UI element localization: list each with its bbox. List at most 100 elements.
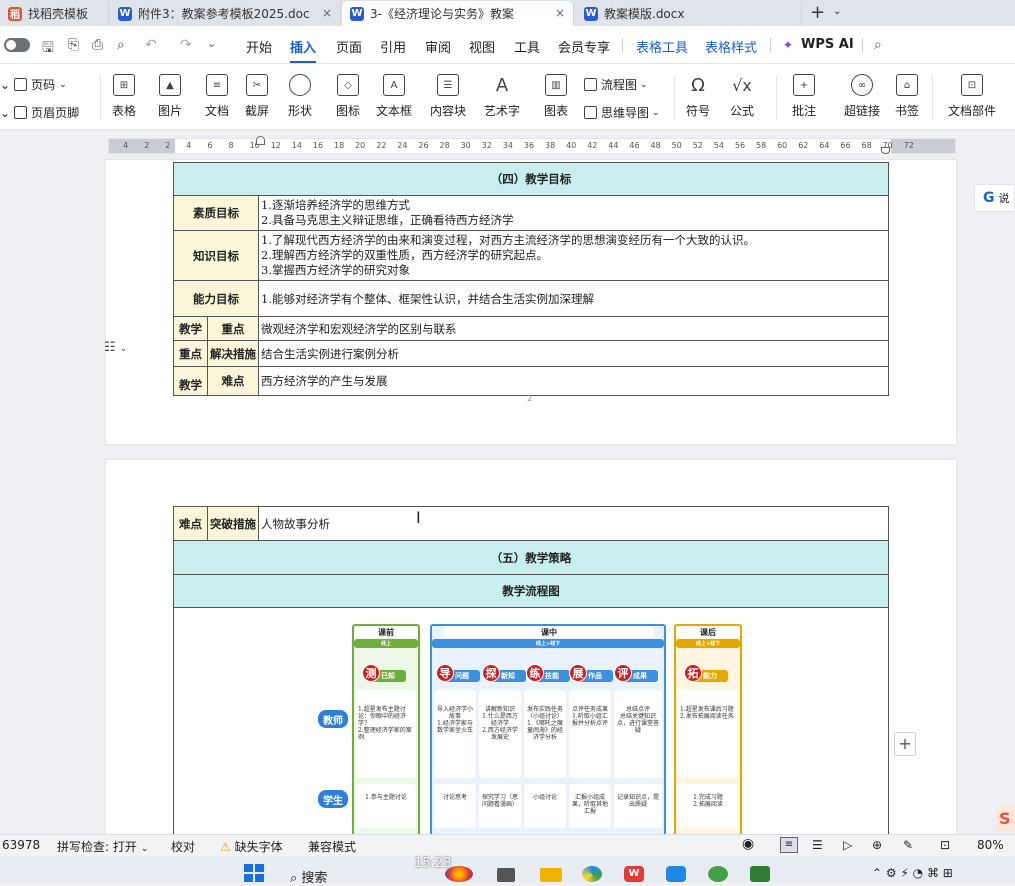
web-view-icon[interactable]: ⊕ [872, 838, 882, 852]
menu-member[interactable]: 会员专享 [558, 37, 610, 56]
pen-icon[interactable]: ✎ [903, 838, 913, 852]
step-marker: 探 [482, 664, 500, 682]
indent-marker[interactable] [256, 136, 265, 145]
document-button[interactable]: ≡ 文档 [205, 74, 229, 119]
horizontal-ruler[interactable]: 4 2 2 4 6 8 10 12 14 16 18 20 22 24 26 28 30 32 34 36 38 40 42… [108, 136, 956, 154]
section-title: （四）教学目标 [173, 162, 889, 196]
undo-icon[interactable]: ↶ [145, 37, 157, 53]
menu-tools[interactable]: 工具 [514, 37, 540, 56]
tab-economics-plan[interactable]: W 3-《经济理论与实务》教案 × [342, 1, 574, 26]
play-icon[interactable]: ▷ [843, 838, 852, 852]
screenshot-button[interactable]: ✂ 截屏 [245, 74, 269, 119]
chart-button[interactable]: ▥ 图表 [544, 74, 568, 119]
toggle-switch[interactable] [4, 38, 30, 52]
menu-wps-ai[interactable]: WPS AI [801, 37, 854, 52]
step-marker: 拓 [684, 664, 702, 682]
bookmark-button[interactable]: ⌂ 书签 [895, 74, 919, 119]
redo-icon[interactable]: ↷ [180, 37, 192, 53]
table-icon: ⊞ [113, 74, 135, 96]
menu-view[interactable]: 视图 [469, 37, 495, 56]
formula-button[interactable]: √x 公式 [730, 74, 754, 119]
fit-icon[interactable]: ⊡ [940, 838, 950, 852]
menu-table-style[interactable]: 表格样式 [705, 37, 757, 56]
folder-icon[interactable] [540, 868, 562, 882]
close-icon[interactable]: × [555, 6, 565, 20]
menu-page[interactable]: 页面 [336, 37, 362, 56]
student-cell-text: 探究学习（思问题看漫画） [481, 794, 518, 808]
flowchart-button[interactable]: 流程图 ⌄ [584, 76, 648, 93]
search-icon: ⌕ [290, 871, 298, 886]
right-indent-marker[interactable] [881, 147, 890, 154]
textbox-button[interactable]: A 文本框 [376, 74, 412, 119]
comment-button[interactable]: + 批注 [792, 74, 816, 119]
wechat-icon[interactable] [708, 866, 728, 882]
print-icon[interactable]: ⎙ [92, 37, 103, 53]
proofread-button[interactable]: 校对 [171, 838, 195, 855]
word-count[interactable]: 63978 [2, 838, 40, 852]
search-icon[interactable]: ⌕ [874, 37, 882, 53]
after-sub: 线上+线下 [676, 639, 740, 648]
spell-check-status[interactable]: 拼写检查: 打开 ⌄ [57, 838, 148, 855]
student-cell-text: 汇报小组成果，听取其他汇报 [571, 794, 608, 815]
app-icon-task[interactable] [497, 868, 515, 882]
edge-browser-icon[interactable] [582, 866, 602, 882]
mindmap-button[interactable]: 思维导图 ⌄ [584, 104, 660, 121]
missing-font-button[interactable]: ⚠ 缺失字体 [220, 838, 283, 855]
shape-button[interactable]: 形状 [288, 74, 312, 119]
menu-home[interactable]: 开始 [246, 37, 272, 56]
tab-plan-template[interactable]: W 教案模版.docx [576, 1, 802, 26]
wps-assistant-icon[interactable]: S [996, 806, 1015, 832]
student-cell-text: 小组讨论 [532, 794, 557, 801]
export-icon[interactable]: ⎘ [68, 37, 79, 53]
icon-button[interactable]: ◇ 图标 [336, 74, 360, 119]
strategy-table[interactable]: 难点 突破措施 人物故事分析 （五）教学策略 教学流程图 课前 线上 课中 线上+线下… [173, 506, 889, 848]
picture-button[interactable]: ▲ 图片 [158, 74, 182, 119]
ruler-tick-label: 6 [207, 141, 213, 150]
hyperlink-button[interactable]: ∞ 超链接 [844, 74, 880, 119]
omega-icon: Ω [691, 74, 705, 96]
add-row-button[interactable]: + [894, 732, 916, 756]
objectives-table[interactable]: （四）教学目标 素质目标 1.逐渐培养经济学的思维方式 2.具备马克思主义辩证思维… [173, 162, 889, 396]
wordart-button[interactable]: A 艺术字 [484, 74, 520, 119]
more-icon[interactable]: ⌄ [207, 37, 216, 50]
page-view-icon[interactable]: ≡ [780, 837, 798, 853]
zoom-level[interactable]: 80% [977, 838, 1004, 852]
teacher-cell-text: 发布实践任务（小组讨论） 1.《哪吒之魔童闹海》的经济学分析 [526, 706, 563, 741]
taskbar-search[interactable]: ⌕ 搜索 [290, 867, 327, 886]
table-button[interactable]: ⊞ 表格 [112, 74, 136, 119]
menu-table-tools[interactable]: 表格工具 [636, 37, 688, 56]
app-icon-blue[interactable] [666, 866, 686, 882]
chevron-down-icon[interactable]: ⌄ [833, 6, 841, 17]
doc-parts-button[interactable]: ⊡ 文档部件 [948, 74, 996, 119]
icon-library-icon: ◇ [337, 74, 359, 96]
new-tab-button[interactable]: + [810, 2, 825, 23]
page-number-button[interactable]: ⌄ 页码 ⌄ [0, 76, 67, 93]
menu-insert[interactable]: 插入 [290, 37, 317, 63]
content-block-button[interactable]: ☰ 内容块 [430, 74, 466, 119]
tray-icons[interactable]: ⌃ ⚙ ⚡ ◔ ⌘ ⊞ [872, 866, 953, 880]
flow-title: 教学流程图 [173, 574, 889, 608]
symbol-button[interactable]: Ω 符号 [686, 74, 710, 119]
tab-attachment3[interactable]: W 附件3：教案参考模板2025.doc × [110, 1, 341, 26]
ruler-tick-label: 62 [798, 141, 809, 150]
windows-start-icon[interactable] [244, 864, 264, 882]
outline-view-icon[interactable]: ☰ [812, 838, 823, 852]
side-panel-button[interactable]: G 说 [974, 184, 1015, 212]
flowchart-icon [584, 78, 597, 91]
eye-icon[interactable]: ◉ [742, 836, 754, 852]
header-footer-button[interactable]: ⌄ 页眉页脚 [0, 104, 79, 121]
tab-daoke[interactable]: 稻 找稻壳模板 [0, 1, 109, 26]
step-marker: 测 [362, 664, 380, 682]
save-icon[interactable]: 🖫 [42, 37, 54, 61]
menu-references[interactable]: 引用 [380, 37, 406, 56]
menu-review[interactable]: 审阅 [425, 37, 451, 56]
ruler-tick-label: 4 [186, 141, 192, 150]
close-icon[interactable]: × [322, 6, 332, 20]
app-icon-flower[interactable] [445, 866, 473, 882]
tab-label: 找稻壳模板 [28, 7, 89, 21]
preview-icon[interactable]: ⌕ [117, 37, 125, 53]
app-icon-green[interactable] [750, 866, 770, 882]
teacher-cell [569, 690, 611, 778]
table-handle-icon[interactable]: ☷ ⌄ [104, 340, 127, 355]
wps-app-icon[interactable]: W [624, 866, 644, 882]
